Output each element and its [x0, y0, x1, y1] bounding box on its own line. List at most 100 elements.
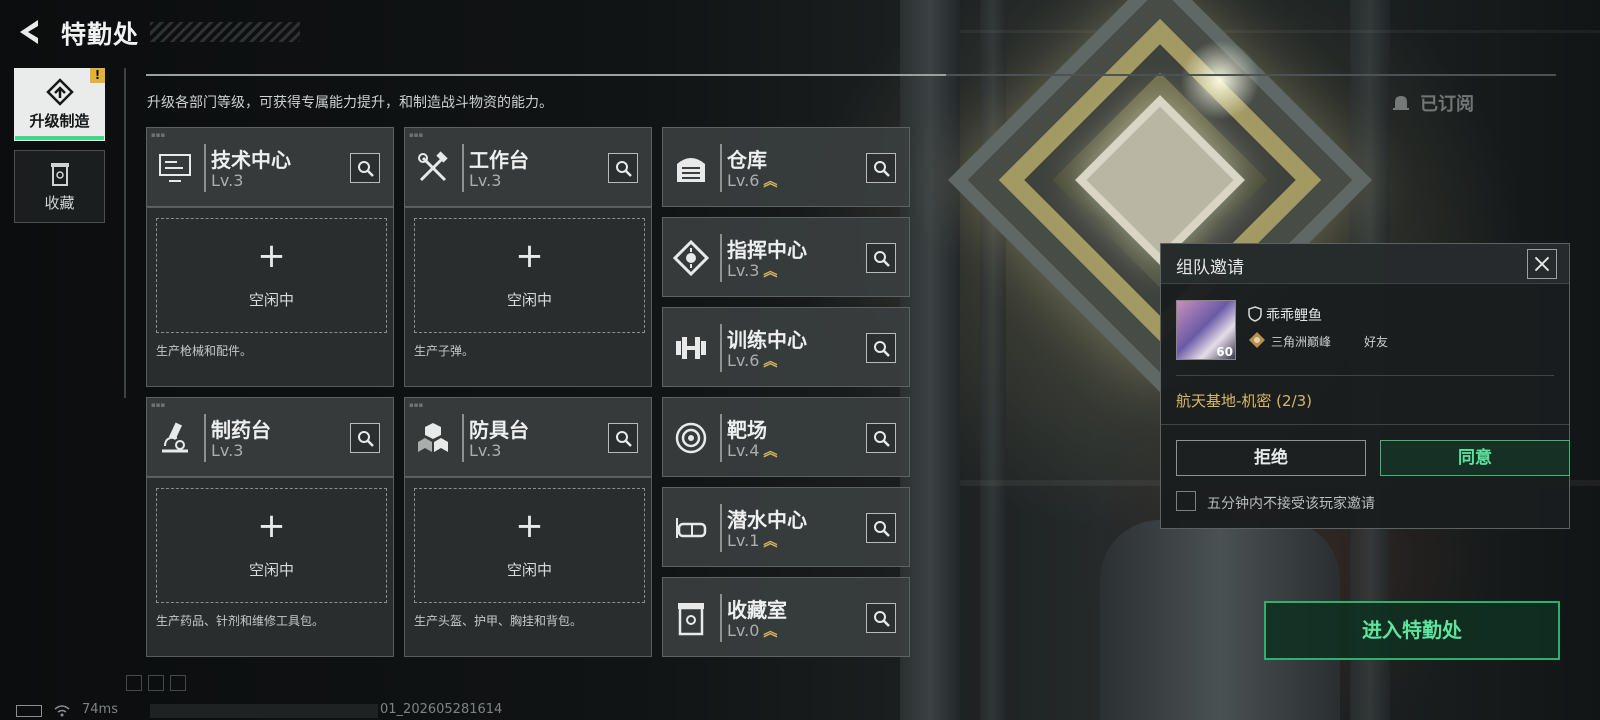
intro-text: 升级各部门等级，可获得专属能力提升，和制造战斗物资的能力。	[147, 95, 553, 111]
subscribed-status[interactable]: 已订阅	[1420, 90, 1474, 116]
slot-status: 空闲中	[506, 291, 552, 309]
idle-slot[interactable]: + 空闲中	[156, 488, 387, 603]
facility-name: 收藏室	[727, 598, 787, 622]
upgrade-available-icon: ︽	[763, 534, 778, 550]
dept-card-workbench[interactable]: ▪▪▪ 工作台 Lv.3	[404, 127, 652, 207]
facility-level: Lv.0 ︽	[727, 621, 778, 640]
mini-icon[interactable]	[170, 675, 186, 691]
facility-level: Lv.6 ︽	[727, 351, 778, 370]
mini-icon[interactable]	[126, 675, 142, 691]
search-button[interactable]	[866, 423, 896, 453]
search-button[interactable]	[866, 513, 896, 543]
search-button[interactable]	[866, 333, 896, 363]
warning-badge: !	[90, 68, 105, 83]
facility-level: Lv.4 ︽	[727, 441, 778, 460]
avatar[interactable]: 60	[1176, 300, 1236, 360]
close-button[interactable]	[1527, 249, 1557, 279]
microscope-icon	[162, 422, 188, 453]
collection-icon	[50, 163, 69, 186]
nav-label-upgrade: 升级制造	[29, 112, 90, 130]
dept-card-armor-bench[interactable]: ▪▪▪ 防具台 Lv.3	[404, 397, 652, 477]
upgrade-available-icon: ︽	[763, 264, 778, 280]
rank-badge-icon	[1249, 332, 1265, 348]
chip-icon	[673, 240, 709, 276]
player-rank: 三角洲巅峰	[1271, 335, 1332, 349]
player-name: 乖乖鲤鱼	[1266, 308, 1322, 324]
upgrade-available-icon: ︽	[763, 174, 778, 190]
facility-card-warehouse[interactable]: 仓库 Lv.6 ︽	[662, 127, 910, 207]
dept-level: Lv.3	[469, 171, 502, 190]
facility-name: 训练中心	[727, 328, 807, 352]
search-icon	[874, 341, 890, 357]
production-slot-area: + 空闲中 生产子弹。	[404, 207, 652, 387]
top-bar: 特勤处	[0, 0, 600, 62]
enter-special-ops-button[interactable]: 进入特勤处	[1264, 601, 1560, 660]
nav-label-collection: 收藏	[44, 194, 75, 212]
upgrade-available-icon: ︽	[763, 444, 778, 460]
search-button[interactable]	[866, 603, 896, 633]
back-arrow-icon[interactable]	[16, 18, 44, 46]
search-button[interactable]	[866, 243, 896, 273]
search-button[interactable]	[608, 153, 638, 183]
plus-icon: +	[515, 506, 544, 546]
nav-divider	[124, 68, 126, 398]
facility-name: 指挥中心	[727, 238, 807, 262]
idle-slot[interactable]: + 空闲中	[414, 488, 645, 603]
invite-header: 组队邀请	[1161, 244, 1569, 284]
slot-description: 生产药品、针剂和维修工具包。	[156, 614, 325, 628]
accept-button[interactable]: 同意	[1380, 440, 1570, 476]
dept-name: 制药台	[211, 418, 271, 442]
dept-name: 技术中心	[211, 148, 291, 172]
facility-card-collection-room[interactable]: 收藏室 Lv.0 ︽	[662, 577, 910, 657]
mini-icon[interactable]	[148, 675, 164, 691]
facility-level: Lv.1 ︽	[727, 531, 778, 550]
monitor-icon	[159, 154, 191, 182]
nav-upgrade-craft[interactable]: ! 升级制造	[14, 68, 105, 141]
ping-readout: 74ms	[82, 702, 118, 717]
search-icon	[874, 251, 890, 267]
side-nav: ! 升级制造 收藏	[14, 68, 106, 232]
facility-level: Lv.3 ︽	[727, 261, 778, 280]
invite-mission: 航天基地-机密 (2/3)	[1176, 392, 1313, 410]
upgrade-available-icon: ︽	[763, 624, 778, 640]
search-icon	[874, 611, 890, 627]
search-icon	[616, 431, 632, 447]
invite-title: 组队邀请	[1176, 258, 1244, 278]
plus-icon: +	[257, 506, 286, 546]
mini-toolbar	[126, 675, 186, 691]
facility-card-command-center[interactable]: 指挥中心 Lv.3 ︽	[662, 217, 910, 297]
facility-name: 仓库	[727, 148, 767, 172]
armor-icon	[418, 423, 448, 452]
shield-icon	[1248, 306, 1262, 322]
search-button[interactable]	[608, 423, 638, 453]
title-decoration	[150, 22, 300, 42]
warehouse-icon	[677, 158, 705, 182]
mute-invite-checkbox[interactable]	[1176, 491, 1196, 511]
reject-button[interactable]: 拒绝	[1176, 440, 1366, 476]
facility-card-diving-center[interactable]: 潜水中心 Lv.1 ︽	[662, 487, 910, 567]
slot-description: 生产子弹。	[414, 344, 475, 358]
production-slot-area: + 空闲中 生产枪械和配件。	[146, 207, 394, 387]
dept-name: 防具台	[469, 418, 529, 442]
dept-card-tech-center[interactable]: ▪▪▪ 技术中心 Lv.3	[146, 127, 394, 207]
slot-description: 生产枪械和配件。	[156, 344, 253, 358]
facility-card-training-center[interactable]: 训练中心 Lv.6 ︽	[662, 307, 910, 387]
dept-card-pharmacy[interactable]: ▪▪▪ 制药台 Lv.3	[146, 397, 394, 477]
tools-icon	[418, 151, 448, 182]
idle-slot[interactable]: + 空闲中	[414, 218, 645, 333]
session-id: 01_202605281614	[380, 702, 503, 717]
collection-icon	[678, 603, 704, 636]
search-button[interactable]	[350, 153, 380, 183]
search-icon	[874, 521, 890, 537]
idle-slot[interactable]: + 空闲中	[156, 218, 387, 333]
production-slot-area: + 空闲中 生产头盔、护甲、胸挂和背包。	[404, 477, 652, 657]
facility-card-shooting-range[interactable]: 靶场 Lv.4 ︽	[662, 397, 910, 477]
search-button[interactable]	[350, 423, 380, 453]
nav-collection[interactable]: 收藏	[14, 150, 105, 223]
plus-icon: +	[515, 236, 544, 276]
slot-status: 空闲中	[506, 561, 552, 579]
search-button[interactable]	[866, 153, 896, 183]
dept-name: 工作台	[469, 148, 529, 172]
slot-status: 空闲中	[248, 561, 294, 579]
search-icon	[616, 161, 632, 177]
